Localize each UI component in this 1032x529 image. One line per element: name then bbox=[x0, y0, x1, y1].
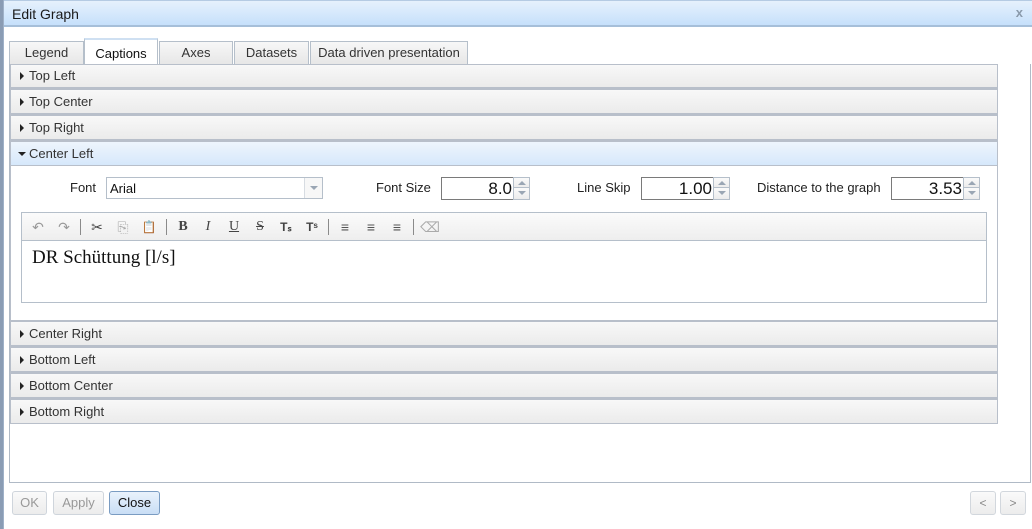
underline-icon[interactable]: U bbox=[223, 217, 245, 237]
expand-arrow-icon bbox=[20, 124, 24, 132]
apply-button[interactable]: Apply bbox=[53, 491, 104, 515]
section-label: Bottom Center bbox=[29, 378, 113, 393]
section-label: Bottom Left bbox=[29, 352, 96, 367]
caption-text[interactable]: DR Schüttung [l/s] bbox=[32, 247, 176, 269]
center-left-content: Font Arial Font Size Line Skip Distance … bbox=[10, 166, 998, 320]
chevron-down-icon[interactable] bbox=[304, 178, 322, 198]
distance-label: Distance to the graph bbox=[757, 180, 881, 195]
font-select-value: Arial bbox=[110, 181, 137, 196]
edit-graph-dialog: Edit Graph x Legend Captions Axes Datase… bbox=[3, 0, 1032, 529]
ok-button[interactable]: OK bbox=[12, 491, 47, 515]
tab-legend[interactable]: Legend bbox=[9, 41, 84, 65]
toolbar-separator bbox=[413, 219, 414, 235]
section-label: Top Center bbox=[29, 94, 93, 109]
editor-toolbar: ↶ ↷ ✂ ⎘ 📋 B I U S Tₛ Tˢ ≡ ≡ ≡ ⌫ bbox=[22, 213, 986, 241]
spin-up-icon[interactable] bbox=[513, 177, 530, 188]
line-skip-input[interactable] bbox=[641, 177, 713, 200]
tab-axes[interactable]: Axes bbox=[159, 41, 233, 65]
line-skip-label: Line Skip bbox=[577, 180, 631, 195]
expand-arrow-icon bbox=[20, 408, 24, 416]
section-top-center[interactable]: Top Center bbox=[10, 88, 998, 114]
expand-arrow-icon bbox=[20, 98, 24, 106]
tab-captions[interactable]: Captions bbox=[84, 38, 158, 65]
dialog-title: Edit Graph bbox=[12, 6, 79, 22]
toolbar-separator bbox=[328, 219, 329, 235]
align-right-icon[interactable]: ≡ bbox=[386, 217, 408, 237]
strikethrough-icon[interactable]: S bbox=[249, 217, 271, 237]
toolbar-separator bbox=[166, 219, 167, 235]
section-label: Center Right bbox=[29, 326, 102, 341]
section-top-right[interactable]: Top Right bbox=[10, 114, 998, 140]
section-top-left[interactable]: Top Left bbox=[10, 64, 998, 88]
next-button[interactable]: > bbox=[1000, 491, 1026, 515]
section-label: Center Left bbox=[29, 146, 94, 161]
bold-icon[interactable]: B bbox=[172, 217, 194, 237]
close-icon[interactable]: x bbox=[1016, 5, 1023, 20]
toolbar-separator bbox=[80, 219, 81, 235]
captions-accordion: Top Left Top Center Top Right Center Lef… bbox=[10, 64, 998, 424]
caption-rich-text-editor[interactable]: ↶ ↷ ✂ ⎘ 📋 B I U S Tₛ Tˢ ≡ ≡ ≡ ⌫ DR Schüt… bbox=[21, 212, 987, 303]
title-bar[interactable]: Edit Graph x bbox=[4, 0, 1032, 27]
section-label: Top Right bbox=[29, 120, 84, 135]
section-bottom-right[interactable]: Bottom Right bbox=[10, 398, 998, 424]
font-select[interactable]: Arial bbox=[106, 177, 323, 199]
collapse-arrow-icon bbox=[18, 152, 26, 156]
italic-icon[interactable]: I bbox=[197, 217, 219, 237]
spin-up-icon[interactable] bbox=[963, 177, 980, 188]
expand-arrow-icon bbox=[20, 382, 24, 390]
font-size-label: Font Size bbox=[376, 180, 431, 195]
spin-up-icon[interactable] bbox=[713, 177, 730, 188]
eraser-icon[interactable]: ⌫ bbox=[419, 217, 441, 237]
section-bottom-left[interactable]: Bottom Left bbox=[10, 346, 998, 372]
section-label: Bottom Right bbox=[29, 404, 105, 419]
expand-arrow-icon bbox=[20, 330, 24, 338]
align-left-icon[interactable]: ≡ bbox=[334, 217, 356, 237]
section-center-right[interactable]: Center Right bbox=[10, 320, 998, 346]
spin-down-icon[interactable] bbox=[513, 188, 530, 200]
section-label: Top Left bbox=[29, 68, 76, 83]
cut-icon[interactable]: ✂ bbox=[86, 217, 108, 237]
font-label: Font bbox=[70, 180, 97, 195]
spin-down-icon[interactable] bbox=[963, 188, 980, 200]
distance-input[interactable] bbox=[891, 177, 963, 200]
expand-arrow-icon bbox=[20, 72, 24, 80]
spin-down-icon[interactable] bbox=[713, 188, 730, 200]
previous-button[interactable]: < bbox=[970, 491, 996, 515]
tab-data-driven-presentation[interactable]: Data driven presentation bbox=[310, 41, 468, 65]
redo-icon[interactable]: ↷ bbox=[53, 217, 75, 237]
subscript-icon[interactable]: Tₛ bbox=[275, 217, 297, 237]
tab-datasets[interactable]: Datasets bbox=[234, 41, 309, 65]
superscript-icon[interactable]: Tˢ bbox=[301, 217, 323, 237]
expand-arrow-icon bbox=[20, 356, 24, 364]
close-button[interactable]: Close bbox=[109, 491, 160, 515]
section-center-left[interactable]: Center Left bbox=[10, 140, 998, 166]
copy-icon[interactable]: ⎘ bbox=[112, 217, 134, 237]
font-size-input[interactable] bbox=[441, 177, 513, 200]
paste-icon[interactable]: 📋 bbox=[138, 217, 160, 237]
section-bottom-center[interactable]: Bottom Center bbox=[10, 372, 998, 398]
align-center-icon[interactable]: ≡ bbox=[360, 217, 382, 237]
undo-icon[interactable]: ↶ bbox=[27, 217, 49, 237]
